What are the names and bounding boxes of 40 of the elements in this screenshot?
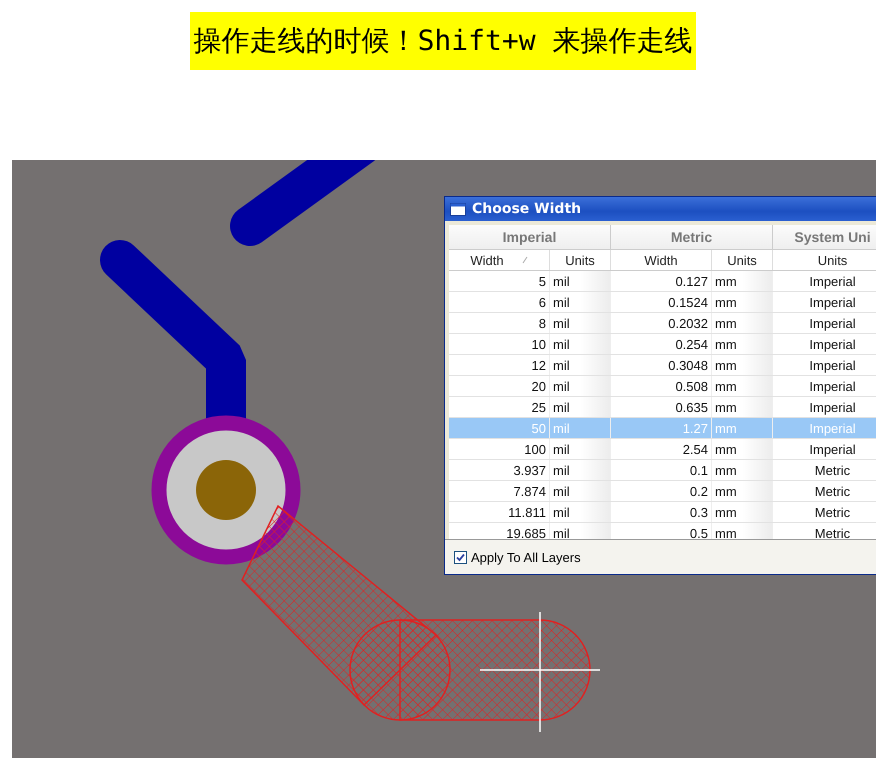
column-group-header[interactable]: Imperial: [449, 225, 611, 249]
column-group-header[interactable]: System Uni: [773, 225, 876, 249]
column-header[interactable]: Width: [449, 250, 550, 270]
table-row[interactable]: 3.937 mil 0.1 mm Metric: [449, 460, 876, 481]
table-row[interactable]: 8 mil 0.2032 mm Imperial: [449, 313, 876, 334]
table-cell: mm: [712, 418, 773, 438]
table-cell: Imperial: [773, 439, 876, 459]
table-row[interactable]: 11.811 mil 0.3 mm Metric: [449, 502, 876, 523]
sort-icon: [522, 256, 528, 264]
table-cell: Imperial: [773, 313, 876, 333]
table-cell: Imperial: [773, 397, 876, 417]
table-row[interactable]: 6 mil 0.1524 mm Imperial: [449, 292, 876, 313]
table-cell: Imperial: [773, 271, 876, 291]
column-header[interactable]: Units: [773, 250, 876, 270]
table-cell: Imperial: [773, 355, 876, 375]
table-row[interactable]: 7.874 mil 0.2 mm Metric: [449, 481, 876, 502]
column-group-header[interactable]: Metric: [611, 225, 773, 249]
table-cell: Imperial: [773, 418, 876, 438]
window-icon: [450, 202, 466, 216]
column-header[interactable]: Units: [550, 250, 611, 270]
column-header[interactable]: Units: [712, 250, 773, 270]
table-row[interactable]: 5 mil 0.127 mm Imperial: [449, 271, 876, 292]
table-cell: Imperial: [773, 292, 876, 312]
table-row[interactable]: 12 mil 0.3048 mm Imperial: [449, 355, 876, 376]
table-row[interactable]: 20 mil 0.508 mm Imperial: [449, 376, 876, 397]
table-cell: Imperial: [773, 376, 876, 396]
column-header[interactable]: Width: [611, 250, 712, 270]
table-cell: Metric: [773, 502, 876, 522]
caption-banner: 操作走线的时候！Shift+w 来操作走线: [190, 12, 696, 70]
window-title: Choose Width: [472, 201, 582, 217]
table-cell: 1.27: [611, 418, 712, 438]
table-row[interactable]: 100 mil 2.54 mm Imperial: [449, 439, 876, 460]
table-cell: Metric: [773, 481, 876, 501]
table-row[interactable]: 10 mil 0.254 mm Imperial: [449, 334, 876, 355]
table-cell: Metric: [773, 460, 876, 480]
check-icon: [456, 552, 465, 562]
checkbox[interactable]: [454, 550, 467, 564]
table-cell: Imperial: [773, 334, 876, 354]
table-cell: mil: [550, 418, 611, 438]
table-cell: 50: [449, 418, 550, 438]
